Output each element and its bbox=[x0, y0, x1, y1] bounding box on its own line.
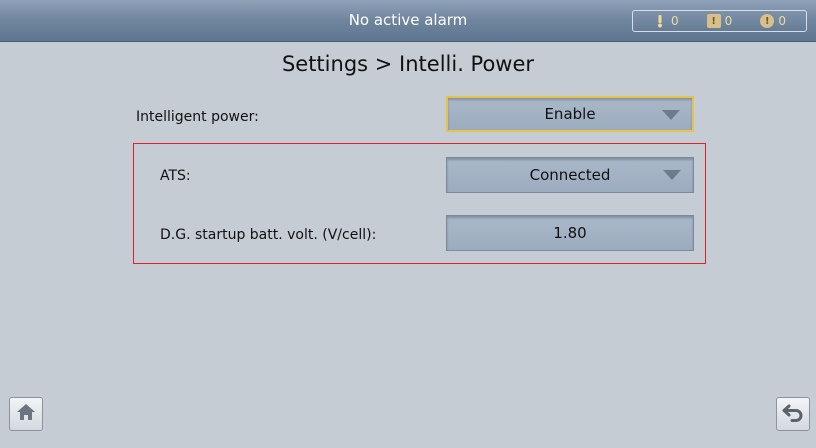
dg-startup-volt-label: D.G. startup batt. volt. (V/cell): bbox=[160, 227, 377, 243]
chevron-down-icon bbox=[663, 170, 681, 180]
info-circle-icon: ! bbox=[760, 14, 775, 28]
chevron-down-icon bbox=[662, 110, 680, 120]
back-arrow-icon bbox=[782, 402, 804, 426]
home-icon bbox=[15, 402, 37, 426]
alarm-count-major: 0 bbox=[724, 14, 733, 28]
warning-exclamation-icon: ! bbox=[706, 14, 721, 28]
alarm-count-minor: 0 bbox=[778, 14, 786, 28]
dg-startup-volt-input[interactable]: 1.80 bbox=[446, 215, 694, 251]
dg-startup-volt-value: 1.80 bbox=[553, 224, 587, 242]
intelligent-power-label: Intelligent power: bbox=[136, 109, 259, 125]
alarm-counter-major: ! 0 bbox=[706, 14, 733, 28]
alarm-bell-icon bbox=[653, 14, 667, 28]
alarm-count-critical: 0 bbox=[671, 14, 679, 28]
back-button[interactable] bbox=[776, 397, 810, 431]
alarm-counters[interactable]: 0 ! 0 ! 0 bbox=[632, 10, 807, 32]
intelligent-power-dropdown[interactable]: Enable bbox=[446, 96, 694, 132]
intelligent-power-value: Enable bbox=[544, 105, 596, 123]
status-bar: No active alarm 0 ! 0 ! 0 bbox=[0, 0, 816, 42]
home-button[interactable] bbox=[9, 397, 43, 431]
ats-value: Connected bbox=[529, 166, 611, 184]
ats-label: ATS: bbox=[160, 168, 191, 184]
ats-dropdown[interactable]: Connected bbox=[446, 157, 694, 193]
alarm-counter-minor: ! 0 bbox=[760, 14, 786, 28]
alarm-counter-critical: 0 bbox=[653, 14, 679, 28]
page-title: Settings > Intelli. Power bbox=[281, 52, 535, 76]
